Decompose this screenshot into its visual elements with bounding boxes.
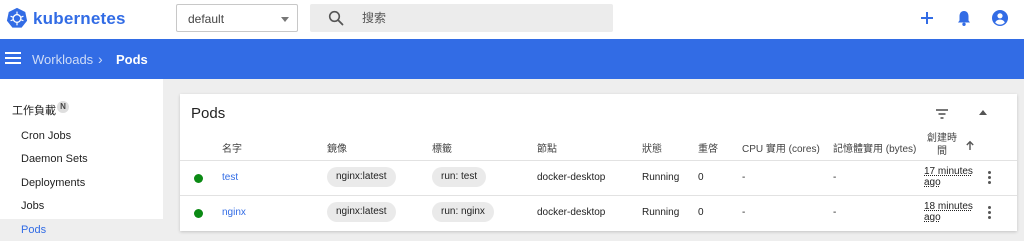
- sidebar-item-daemon-sets[interactable]: Daemon Sets: [0, 148, 163, 171]
- breadcrumb-separator: ›: [98, 51, 103, 67]
- column-header-node: 節點: [537, 144, 557, 155]
- more-vert-icon[interactable]: [986, 206, 992, 220]
- column-header-labels: 標籤: [432, 144, 452, 155]
- pod-name-link[interactable]: test: [222, 172, 238, 183]
- column-header-name[interactable]: 名字: [222, 140, 242, 155]
- created-age: 17 minutes ago: [924, 166, 973, 188]
- status-running-icon: [194, 209, 203, 218]
- search-icon: [328, 10, 344, 26]
- image-chip: nginx:latest: [327, 167, 396, 187]
- kubernetes-logo-icon[interactable]: [6, 7, 28, 29]
- hamburger-menu-icon[interactable]: [5, 52, 21, 66]
- more-vert-icon[interactable]: [986, 171, 992, 185]
- column-header-image: 鏡像: [327, 144, 347, 155]
- sidebar-item-jobs[interactable]: Jobs: [0, 195, 163, 218]
- column-header-cpu: CPU 實用 (cores): [742, 144, 820, 155]
- image-chip: nginx:latest: [327, 202, 396, 222]
- chevron-up-icon[interactable]: [979, 110, 987, 115]
- breadcrumb-bar: Workloads › Pods: [0, 39, 1024, 79]
- status-cell: Running: [642, 172, 680, 183]
- search-box[interactable]: [310, 4, 613, 32]
- filter-icon[interactable]: [934, 106, 950, 122]
- created-age: 18 minutes ago: [924, 201, 973, 223]
- dropdown-caret-icon: [281, 17, 289, 22]
- top-toolbar: kubernetes default: [0, 0, 1024, 39]
- sidebar-nav: 工作負載 N Cron Jobs Daemon Sets Deployments…: [0, 79, 163, 241]
- sidebar-item-deployments[interactable]: Deployments: [0, 172, 163, 195]
- namespace-select[interactable]: default: [176, 4, 298, 32]
- card-title: Pods: [191, 105, 226, 122]
- column-header-memory: 記憶體實用 (bytes): [833, 144, 917, 155]
- node-cell: docker-desktop: [537, 172, 606, 183]
- status-running-icon: [194, 174, 203, 183]
- column-header-restarts: 重啓: [698, 144, 718, 155]
- brand-name[interactable]: kubernetes: [33, 9, 126, 29]
- pod-name-link[interactable]: nginx: [222, 207, 246, 218]
- plus-icon[interactable]: [917, 8, 937, 28]
- label-chip: run: nginx: [432, 202, 494, 222]
- search-input[interactable]: [362, 8, 602, 28]
- memory-cell: -: [833, 207, 837, 218]
- account-circle-icon[interactable]: [990, 8, 1010, 28]
- pods-card: Pods 名字 鏡像 標籤 節點 狀態 重啓 CPU 實用 (cores) 記憶…: [180, 94, 1017, 231]
- table-row: nginx nginx:latest run: nginx docker-des…: [180, 196, 1017, 230]
- node-cell: docker-desktop: [537, 207, 606, 218]
- memory-cell: -: [833, 172, 837, 183]
- sidebar-section-workloads[interactable]: 工作負載: [12, 102, 56, 118]
- cpu-cell: -: [742, 207, 746, 218]
- status-cell: Running: [642, 207, 680, 218]
- breadcrumb-workloads[interactable]: Workloads: [32, 52, 93, 67]
- breadcrumb-current: Pods: [116, 52, 148, 67]
- column-header-status: 狀態: [642, 144, 662, 155]
- sidebar-item-cron-jobs[interactable]: Cron Jobs: [0, 125, 163, 148]
- table-row: test nginx:latest run: test docker-deskt…: [180, 161, 1017, 195]
- arrow-up-icon[interactable]: [965, 140, 975, 151]
- namespaced-badge: N: [57, 101, 69, 113]
- restarts-cell: 0: [698, 172, 704, 183]
- column-header-created[interactable]: 創建時間: [924, 132, 960, 158]
- sidebar-item-pods[interactable]: Pods: [0, 219, 163, 241]
- namespace-value: default: [188, 12, 225, 26]
- bell-icon[interactable]: [954, 8, 974, 28]
- label-chip: run: test: [432, 167, 487, 187]
- cpu-cell: -: [742, 172, 746, 183]
- restarts-cell: 0: [698, 207, 704, 218]
